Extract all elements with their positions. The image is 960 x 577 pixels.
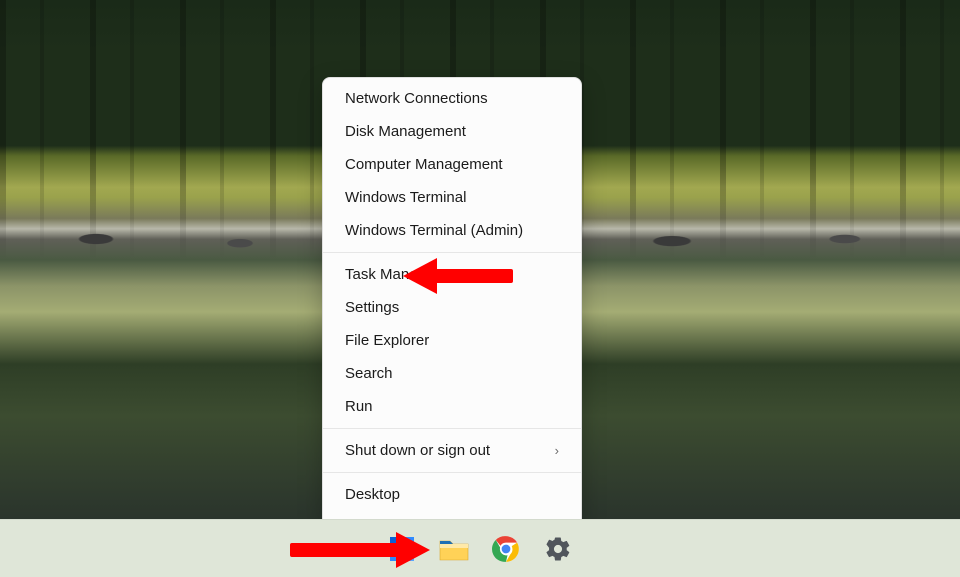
menu-item-task-manager[interactable]: Task Manager [323, 258, 581, 291]
menu-item-label: Desktop [345, 486, 400, 503]
menu-item-network-connections[interactable]: Network Connections [323, 82, 581, 115]
menu-item-computer-management[interactable]: Computer Management [323, 148, 581, 181]
taskbar-chrome-button[interactable] [489, 532, 523, 566]
menu-item-label: Disk Management [345, 123, 466, 140]
taskbar-settings-button[interactable] [541, 532, 575, 566]
menu-item-run[interactable]: Run [323, 390, 581, 423]
menu-item-label: Windows Terminal (Admin) [345, 222, 523, 239]
chrome-icon [492, 535, 520, 563]
taskbar-start-button[interactable] [385, 532, 419, 566]
menu-item-label: Settings [345, 299, 399, 316]
chevron-right-icon: › [555, 443, 559, 458]
file-explorer-icon [439, 536, 469, 562]
menu-item-desktop[interactable]: Desktop [323, 478, 581, 511]
menu-item-windows-terminal-admin[interactable]: Windows Terminal (Admin) [323, 214, 581, 247]
menu-item-label: Run [345, 398, 373, 415]
menu-item-label: File Explorer [345, 332, 429, 349]
menu-item-shut-down-or-sign-out[interactable]: Shut down or sign out › [323, 434, 581, 467]
menu-item-label: Network Connections [345, 90, 488, 107]
menu-separator [323, 428, 581, 429]
taskbar-file-explorer-button[interactable] [437, 532, 471, 566]
settings-gear-icon [544, 535, 572, 563]
winx-context-menu: Network Connections Disk Management Comput… [322, 77, 582, 520]
menu-item-label: Windows Terminal [345, 189, 466, 206]
menu-item-disk-management[interactable]: Disk Management [323, 115, 581, 148]
menu-item-label: Computer Management [345, 156, 503, 173]
menu-item-settings[interactable]: Settings [323, 291, 581, 324]
menu-separator [323, 252, 581, 253]
windows-logo-icon [388, 535, 416, 563]
menu-item-file-explorer[interactable]: File Explorer [323, 324, 581, 357]
menu-item-windows-terminal[interactable]: Windows Terminal [323, 181, 581, 214]
taskbar [0, 519, 960, 577]
menu-separator [323, 472, 581, 473]
menu-item-label: Search [345, 365, 393, 382]
menu-item-label: Task Manager [345, 266, 439, 283]
menu-item-label: Shut down or sign out [345, 442, 490, 459]
menu-item-search[interactable]: Search [323, 357, 581, 390]
